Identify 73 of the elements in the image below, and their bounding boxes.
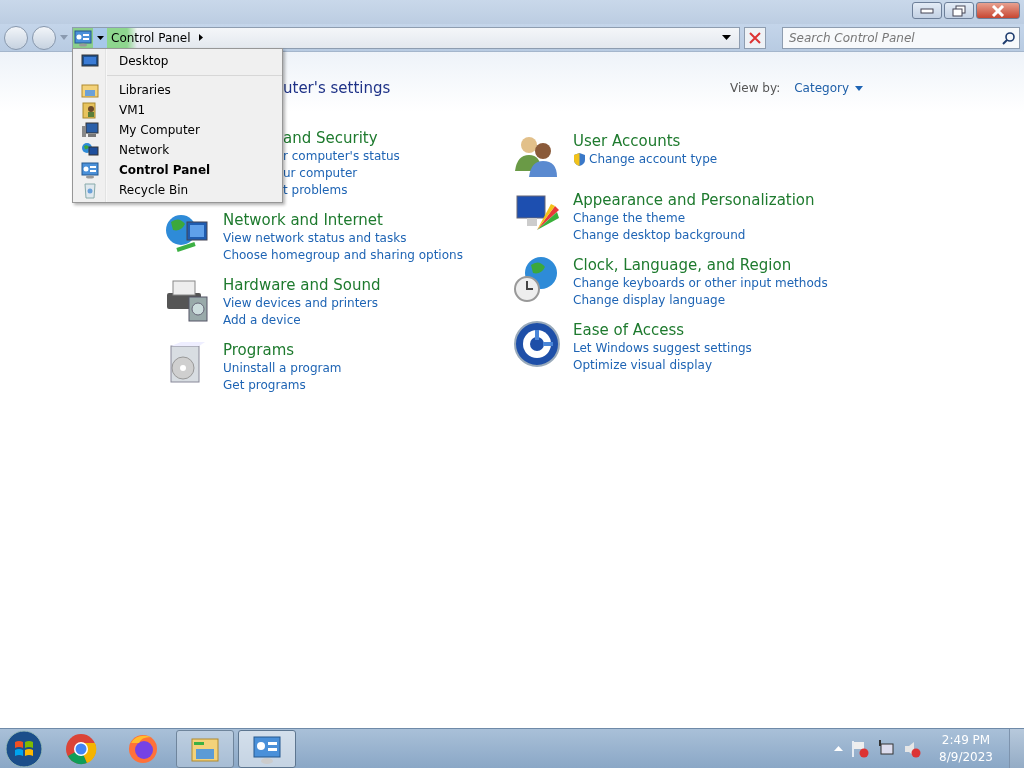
location-dropdown-button[interactable] xyxy=(93,27,107,48)
minimize-button[interactable] xyxy=(912,2,942,19)
minimize-icon xyxy=(920,7,934,14)
network-icon[interactable] xyxy=(877,739,896,758)
menu-item[interactable]: Control Panel xyxy=(73,160,282,180)
task-link[interactable]: View devices and printers xyxy=(223,295,381,312)
chevron-icon xyxy=(198,34,203,41)
view-by-dropdown[interactable]: Category xyxy=(794,81,863,95)
caret-icon xyxy=(855,85,863,91)
network-icon xyxy=(81,141,99,159)
desktop-icon xyxy=(81,52,99,70)
computer-icon xyxy=(81,121,99,139)
shield-icon xyxy=(573,152,586,167)
close-icon xyxy=(991,4,1005,17)
task-link[interactable]: View network status and tasks xyxy=(223,230,463,247)
task-link[interactable]: Get programs xyxy=(223,377,342,394)
back-button[interactable] xyxy=(4,25,28,50)
clock-category-link[interactable]: Clock, Language, and Region xyxy=(573,255,828,275)
location-button[interactable] xyxy=(73,27,93,48)
page-heading: uter's settings xyxy=(283,79,392,97)
task-link[interactable]: Change the theme xyxy=(573,210,815,227)
menu-item[interactable]: My Computer xyxy=(73,120,282,140)
clock-time: 2:49 PM xyxy=(941,731,991,749)
history-dropdown-icon[interactable] xyxy=(722,35,731,40)
task-link[interactable]: Change desktop background xyxy=(573,227,815,244)
control-panel-icon xyxy=(74,28,92,47)
task-link[interactable]: r computer's status xyxy=(283,148,400,165)
hardware-category-link[interactable]: Hardware and Sound xyxy=(223,275,381,295)
libraries-icon xyxy=(81,81,99,99)
programs-category-link[interactable]: Programs xyxy=(223,340,342,360)
task-link[interactable]: ur computer xyxy=(283,165,400,182)
restore-icon xyxy=(952,4,966,17)
access-category-link[interactable]: Ease of Access xyxy=(573,320,752,340)
task-link[interactable]: Optimize visual display xyxy=(573,357,752,374)
appearance-category-link[interactable]: Appearance and Personalization xyxy=(573,190,815,210)
control-panel-icon xyxy=(81,161,99,179)
start-button[interactable] xyxy=(4,728,44,768)
close-button[interactable] xyxy=(976,2,1020,19)
taskbar-button[interactable] xyxy=(238,729,296,768)
menu-item[interactable]: Libraries xyxy=(73,80,282,100)
restore-button[interactable] xyxy=(944,2,974,19)
task-link[interactable]: Change account type xyxy=(573,151,718,168)
caret-icon xyxy=(96,35,104,40)
network-category-link[interactable]: Network and Internet xyxy=(223,210,463,230)
clock-date: 8/9/2023 xyxy=(939,748,993,766)
task-link[interactable]: Uninstall a program xyxy=(223,360,342,377)
menu-item[interactable]: Network xyxy=(73,140,282,160)
flag-icon[interactable] xyxy=(851,739,870,758)
close-icon xyxy=(749,31,761,44)
task-link[interactable]: Add a device xyxy=(223,312,381,329)
search-icon[interactable] xyxy=(1002,31,1015,45)
address-bar[interactable]: Control Panel xyxy=(72,26,740,49)
stop-button[interactable] xyxy=(744,26,766,49)
task-link[interactable]: Let Windows suggest settings xyxy=(573,340,752,357)
user-folder-icon xyxy=(81,101,99,119)
recycle-bin-icon xyxy=(81,181,99,199)
firefox-icon xyxy=(127,732,159,765)
taskbar-button[interactable] xyxy=(176,729,234,768)
access-category-icon[interactable] xyxy=(513,320,561,368)
task-link[interactable]: t problems xyxy=(283,182,400,199)
chrome-icon xyxy=(65,732,97,765)
speaker-muted-icon[interactable] xyxy=(903,739,922,758)
security-category-link[interactable]: and Security xyxy=(283,128,400,148)
task-link[interactable]: Choose homegroup and sharing options xyxy=(223,247,463,264)
users-category-link[interactable]: User Accounts xyxy=(573,131,718,151)
forward-button[interactable] xyxy=(32,25,56,50)
task-link[interactable]: Change display language xyxy=(573,292,828,309)
menu-item[interactable]: Desktop xyxy=(73,51,282,71)
task-link[interactable]: Change keyboards or other input methods xyxy=(573,275,828,292)
search-field[interactable]: Search Control Panel xyxy=(782,26,1020,49)
view-by-label: View by: xyxy=(730,81,781,95)
menu-item[interactable]: Recycle Bin xyxy=(73,180,282,200)
menu-item[interactable]: VM1 xyxy=(73,100,282,120)
